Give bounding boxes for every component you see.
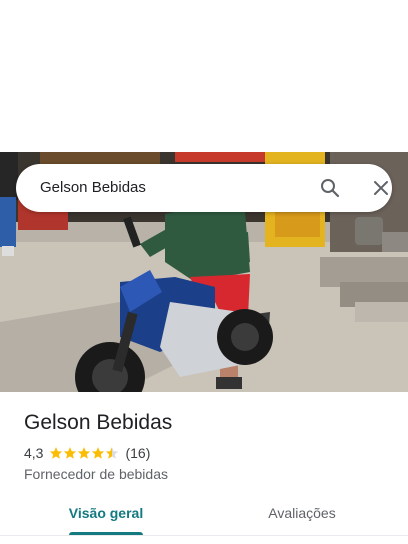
rating-row[interactable]: 4,3 (16) [24, 443, 150, 463]
search-input[interactable]: Gelson Bebidas [40, 178, 146, 198]
map-blank-area [0, 0, 408, 152]
star-icon [64, 447, 77, 459]
tab-reviews[interactable]: Avaliações [246, 494, 358, 536]
tab-overview[interactable]: Visão geral [56, 494, 156, 536]
star-rating [49, 446, 119, 460]
place-category: Fornecedor de bebidas [24, 466, 168, 482]
review-count[interactable]: (16) [125, 445, 150, 461]
tab-bar: Visão geral Avaliações [0, 494, 408, 536]
close-icon[interactable] [369, 176, 393, 200]
search-bar[interactable]: Gelson Bebidas [16, 164, 392, 212]
place-title: Gelson Bebidas [24, 411, 173, 434]
star-icon [78, 447, 91, 459]
tabs-divider [0, 535, 408, 536]
search-icon[interactable] [318, 176, 342, 200]
star-icon [50, 447, 63, 459]
star-icon [92, 447, 105, 459]
half-star-icon [106, 447, 119, 459]
rating-value: 4,3 [24, 445, 44, 461]
